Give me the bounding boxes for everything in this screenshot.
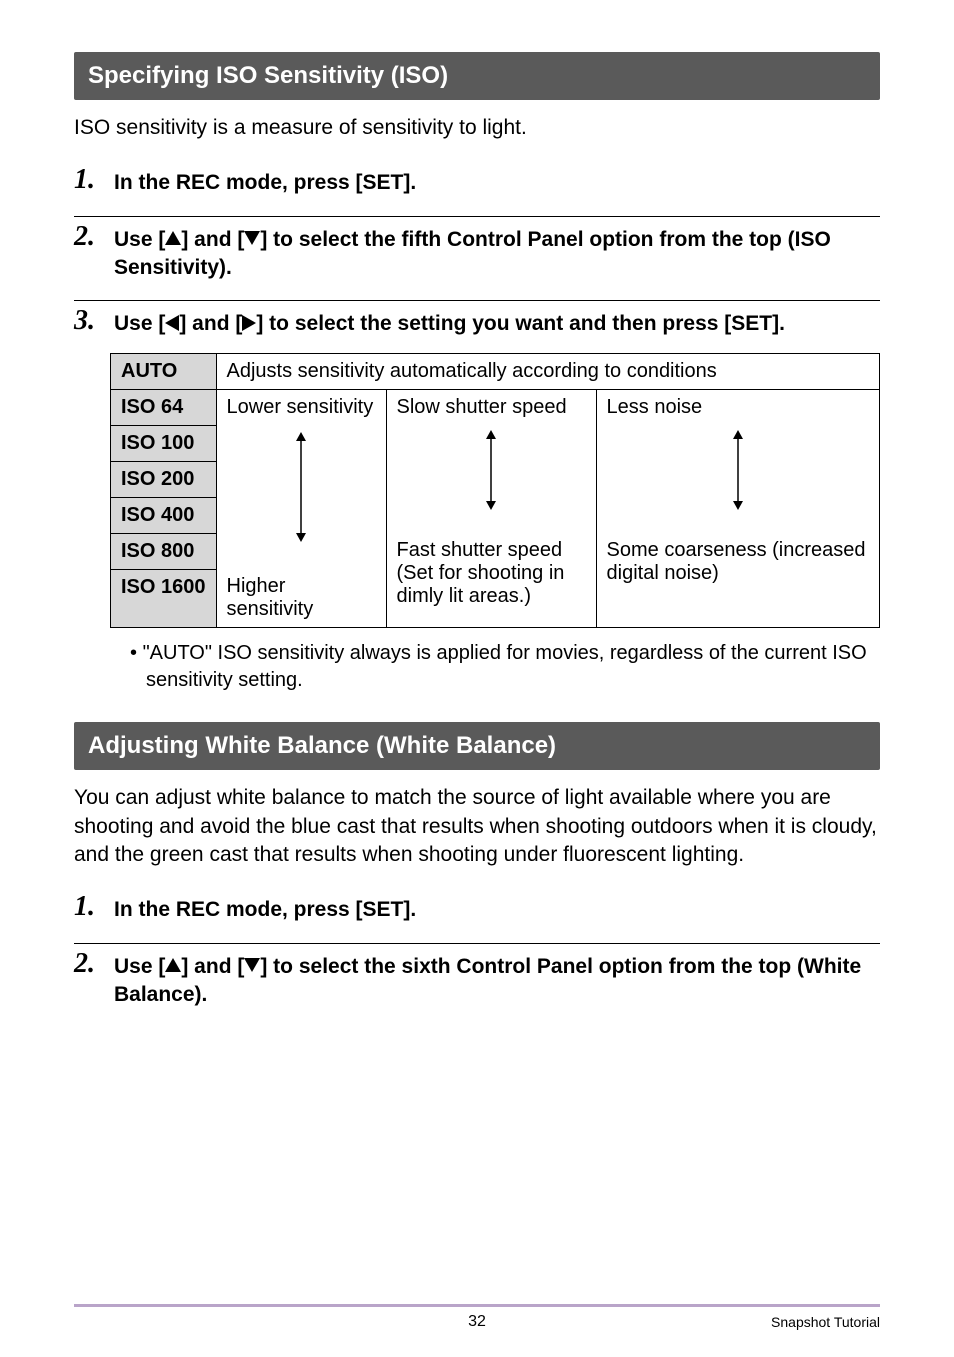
step-number: 3. (74, 307, 104, 335)
step-2: 2. Use [] and [] to select the sixth Con… (74, 943, 880, 1020)
row-header: ISO 800 (111, 533, 217, 569)
cell: Fast shutter speed (Set for shooting in … (386, 533, 596, 628)
step-2: 2. Use [] and [] to select the fifth Con… (74, 216, 880, 293)
text-fragment: ] and [ (181, 955, 244, 978)
cell: Some coarseness (increased digital noise… (596, 533, 879, 628)
intro-text: You can adjust white balance to match th… (74, 784, 880, 869)
step-number: 2. (74, 223, 104, 251)
up-arrow-icon (165, 958, 181, 972)
label-top: Lower sensitivity (227, 396, 376, 419)
step-1: 1. In the REC mode, press [SET]. (74, 160, 880, 207)
step-number: 2. (74, 950, 104, 978)
vertical-arrow-icon (731, 430, 745, 510)
page-number: 32 (468, 1313, 486, 1331)
section-heading-wb: Adjusting White Balance (White Balance) (74, 722, 880, 770)
text-fragment: ] and [ (179, 312, 242, 335)
page-footer: 32 Snapshot Tutorial (74, 1304, 880, 1331)
row-header: ISO 400 (111, 497, 217, 533)
cell: Adjusts sensitivity automatically accord… (216, 353, 879, 389)
row-header: AUTO (111, 353, 217, 389)
step-number: 1. (74, 893, 104, 921)
down-arrow-icon (244, 958, 260, 972)
text-fragment: Use [ (114, 955, 165, 978)
cell: Higher sensitivity (216, 569, 386, 628)
cell: Slow shutter speed (386, 389, 596, 533)
footer-label: Snapshot Tutorial (771, 1314, 880, 1330)
cell: Less noise (596, 389, 879, 533)
step-number: 1. (74, 166, 104, 194)
step-1: 1. In the REC mode, press [SET]. (74, 887, 880, 934)
row-header: ISO 64 (111, 389, 217, 425)
step-text: In the REC mode, press [SET]. (114, 166, 416, 197)
row-header: ISO 100 (111, 425, 217, 461)
note-list: "AUTO" ISO sensitivity always is applied… (130, 640, 870, 694)
section-heading-iso: Specifying ISO Sensitivity (ISO) (74, 52, 880, 100)
text-fragment: Use [ (114, 228, 165, 251)
step-text: Use [] and [] to select the fifth Contro… (114, 223, 880, 283)
text-fragment: ] to select the setting you want and the… (256, 312, 785, 335)
step-3: 3. Use [ ] and [ ] to select the setting y… (74, 300, 880, 694)
label-top: Slow shutter speed (397, 396, 586, 419)
left-arrow-icon (165, 315, 179, 331)
text-fragment: Use [ (114, 312, 165, 335)
text-fragment: ] and [ (181, 228, 244, 251)
note-item: "AUTO" ISO sensitivity always is applied… (130, 640, 870, 694)
table-row: AUTO Adjusts sensitivity automatically a… (111, 353, 880, 389)
cell: Lower sensitivity (216, 389, 386, 569)
vertical-arrow-icon (294, 432, 308, 542)
table-row: ISO 64 Lower sensitivity Slow shutter sp… (111, 389, 880, 425)
row-header: ISO 200 (111, 461, 217, 497)
step-text: In the REC mode, press [SET]. (114, 893, 416, 924)
row-header: ISO 1600 (111, 569, 217, 628)
right-arrow-icon (242, 315, 256, 331)
iso-table: AUTO Adjusts sensitivity automatically a… (110, 353, 880, 629)
down-arrow-icon (244, 231, 260, 245)
intro-text: ISO sensitivity is a measure of sensitiv… (74, 114, 880, 142)
step-text: Use [] and [] to select the sixth Contro… (114, 950, 880, 1010)
vertical-arrow-icon (484, 430, 498, 510)
label-top: Less noise (607, 396, 869, 419)
step-text: Use [ ] and [ ] to select the setting you … (114, 307, 785, 338)
up-arrow-icon (165, 231, 181, 245)
